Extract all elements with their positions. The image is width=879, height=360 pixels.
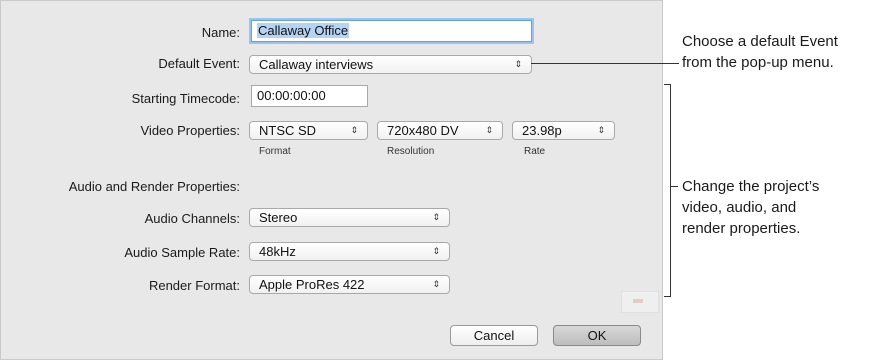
format-caption: Format xyxy=(259,146,291,157)
rate-value: 23.98p xyxy=(522,123,562,138)
render-format-popup[interactable]: Apple ProRes 422 ⇕ xyxy=(249,275,450,294)
popup-arrows-icon: ⇕ xyxy=(432,212,440,222)
project-settings-dialog: Name: Callaway Office Default Event: Cal… xyxy=(0,0,663,360)
resolution-popup[interactable]: 720x480 DV ⇕ xyxy=(377,121,503,140)
name-field[interactable]: Callaway Office xyxy=(251,20,532,42)
properties-bracket-tick xyxy=(670,186,678,187)
properties-callout-line3: render properties. xyxy=(682,220,801,237)
format-value: NTSC SD xyxy=(259,123,317,138)
rate-popup[interactable]: 23.98p ⇕ xyxy=(512,121,615,140)
default-event-callout: Choose a default Event from the pop-up m… xyxy=(682,31,838,73)
resolution-caption: Resolution xyxy=(387,146,435,157)
render-format-label: Render Format: xyxy=(148,278,240,293)
rate-caption: Rate xyxy=(524,146,546,157)
audio-sample-rate-value: 48kHz xyxy=(259,244,296,259)
properties-callout-line1: Change the project’s xyxy=(682,178,820,195)
audio-channels-popup[interactable]: Stereo ⇕ xyxy=(249,208,450,227)
name-field-value: Callaway Office xyxy=(257,23,350,38)
popup-arrows-icon: ⇕ xyxy=(432,279,440,289)
video-properties-label: Video Properties: xyxy=(140,123,241,138)
audio-sample-rate-popup[interactable]: 48kHz ⇕ xyxy=(249,242,450,261)
format-popup[interactable]: NTSC SD ⇕ xyxy=(249,121,368,140)
starting-timecode-value: 00:00:00:00 xyxy=(257,88,326,103)
properties-bracket-bottom xyxy=(664,296,671,297)
default-event-value: Callaway interviews xyxy=(259,57,374,72)
cancel-button[interactable]: Cancel xyxy=(450,325,538,346)
default-event-callout-line1: Choose a default Event xyxy=(682,33,838,50)
properties-bracket-line xyxy=(670,84,671,297)
audio-channels-value: Stereo xyxy=(259,210,298,225)
popup-arrows-icon: ⇕ xyxy=(597,125,605,135)
render-format-value: Apple ProRes 422 xyxy=(259,277,365,292)
ok-button[interactable]: OK xyxy=(553,325,641,346)
resize-grip xyxy=(621,291,659,313)
default-event-label: Default Event: xyxy=(158,56,240,71)
popup-arrows-icon: ⇕ xyxy=(485,125,493,135)
popup-arrows-icon: ⇕ xyxy=(514,59,522,69)
properties-bracket-top xyxy=(664,84,671,85)
default-event-callout-line2: from the pop-up menu. xyxy=(682,54,834,71)
properties-callout: Change the project’s video, audio, and r… xyxy=(682,176,819,239)
audio-sample-rate-label: Audio Sample Rate: xyxy=(124,245,240,260)
popup-arrows-icon: ⇕ xyxy=(432,246,440,256)
name-label: Name: xyxy=(201,25,240,40)
audio-channels-label: Audio Channels: xyxy=(144,211,240,226)
starting-timecode-label: Starting Timecode: xyxy=(131,91,240,106)
popup-arrows-icon: ⇕ xyxy=(350,125,358,135)
default-event-popup[interactable]: Callaway interviews ⇕ xyxy=(249,55,532,74)
resolution-value: 720x480 DV xyxy=(387,123,459,138)
properties-callout-line2: video, audio, and xyxy=(682,199,797,216)
starting-timecode-field[interactable]: 00:00:00:00 xyxy=(251,85,368,107)
audio-render-heading: Audio and Render Properties: xyxy=(68,179,240,194)
default-event-callout-line xyxy=(531,63,679,64)
